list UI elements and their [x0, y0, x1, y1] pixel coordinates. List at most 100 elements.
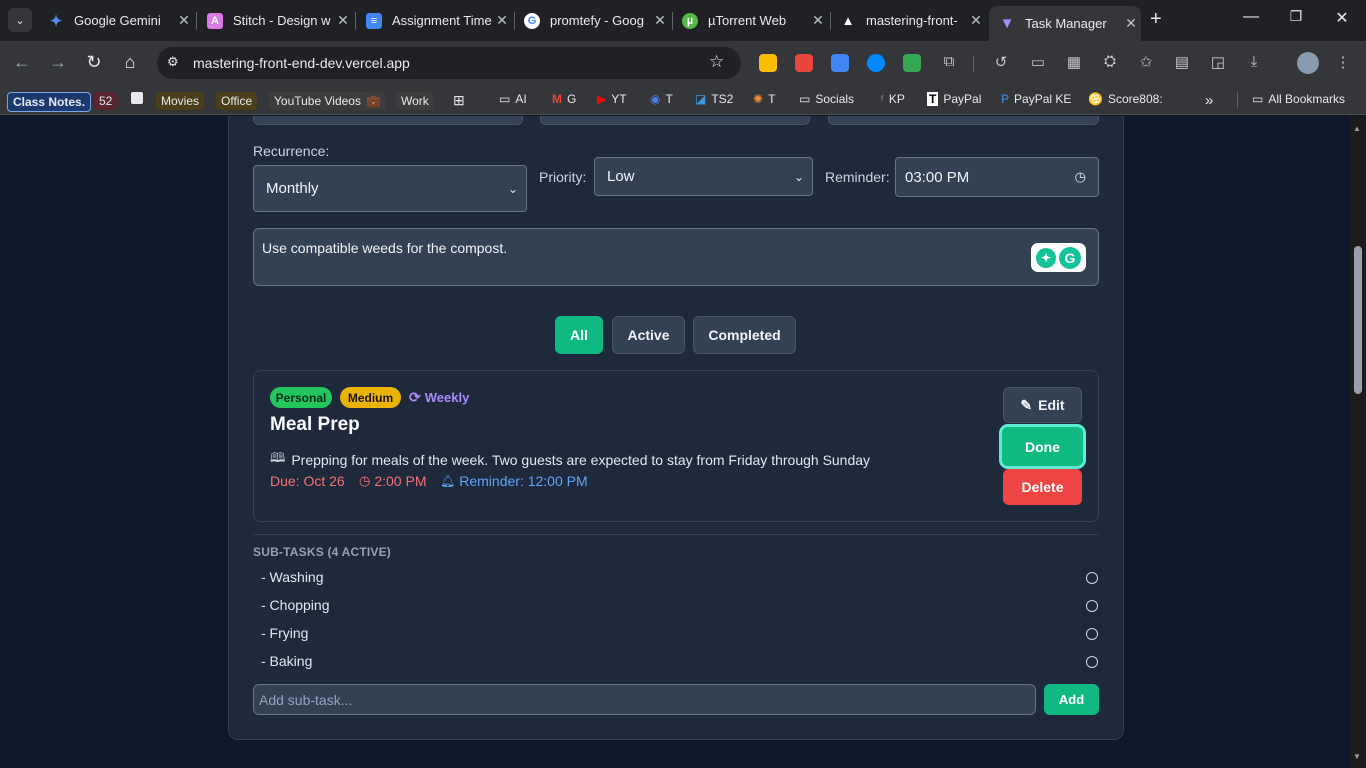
new-tab-button[interactable]: +	[1150, 9, 1162, 29]
subtask-item: - Frying	[261, 625, 1099, 645]
done-button[interactable]: Done	[1002, 427, 1083, 466]
bookmark-star-icon[interactable]: ☆	[709, 52, 724, 72]
bookmark-52[interactable]: 52	[94, 92, 118, 110]
grammarly-widget[interactable]: ✦ G	[1031, 243, 1086, 272]
notes-textarea[interactable]: Use compatible weeds for the compost.	[253, 228, 1099, 286]
site-info-icon[interactable]: ⚙	[167, 54, 179, 70]
tab-assignment[interactable]: ≡ Assignment Time ✕	[356, 6, 512, 35]
tab-search-button[interactable]: ⌄	[8, 8, 32, 32]
bookmark-ts2[interactable]: ◪ TS2	[695, 92, 733, 106]
bookmark-all-bookmarks[interactable]: ▭ All Bookmarks	[1252, 92, 1345, 106]
bookmark-paypal-t[interactable]: T PayPal	[927, 92, 981, 106]
filter-completed-button[interactable]: Completed	[693, 316, 796, 354]
add-subtask-button[interactable]: Add	[1044, 684, 1099, 715]
priority-select[interactable]: Low ⌄	[594, 157, 813, 196]
bookmark-movies[interactable]: Movies	[156, 92, 205, 110]
bookmark-socials[interactable]: ▭ Socials	[799, 92, 854, 106]
forward-icon[interactable]: →	[47, 52, 69, 73]
close-icon[interactable]: ✕	[808, 12, 828, 29]
calculator-icon[interactable]: ▦	[1064, 53, 1084, 71]
edit-button[interactable]: ✎ Edit	[1003, 387, 1082, 423]
bookmark-yt[interactable]: ▶ YT	[597, 92, 627, 106]
google-docs-icon: ≡	[366, 12, 382, 29]
close-icon[interactable]: ✕	[650, 12, 670, 29]
reminder-time-input[interactable]: 03:00 PM ◷	[895, 157, 1099, 197]
field-partial-1[interactable]	[253, 116, 523, 125]
apps-grid-icon[interactable]: ⊞	[453, 92, 465, 109]
clock-icon[interactable]: ◷	[1075, 169, 1086, 185]
tab-task-manager[interactable]: ▼ Task Manager ✕	[989, 6, 1141, 41]
filter-all-button[interactable]: All	[555, 316, 603, 354]
tab-stitch[interactable]: A Stitch - Design w ✕	[197, 6, 353, 35]
close-icon[interactable]: ✕	[333, 12, 353, 29]
bookmark-blank[interactable]	[131, 92, 143, 104]
address-bar[interactable]: ⚙ mastering-front-end-dev.vercel.app ☆	[157, 47, 741, 79]
bookmark-office[interactable]: Office	[216, 92, 258, 110]
bookmark-youtube-videos[interactable]: YouTube Videos 💼	[269, 92, 386, 110]
subtask-checkbox[interactable]	[1086, 628, 1098, 640]
download-icon[interactable]: ⤓	[1244, 53, 1264, 70]
bookmark-g[interactable]: MG	[552, 92, 576, 106]
bookmark-work[interactable]: Work	[396, 92, 434, 110]
close-icon[interactable]: ✕	[966, 12, 986, 29]
filter-active-button[interactable]: Active	[612, 316, 685, 354]
minimize-icon[interactable]: —	[1236, 8, 1266, 26]
restore-icon[interactable]: ❐	[1281, 8, 1311, 25]
lightbulb-icon[interactable]: ✦	[1036, 247, 1056, 268]
bookmark-class-notes[interactable]: Class Notes.	[7, 92, 92, 112]
reload-icon[interactable]: ↻	[83, 52, 105, 73]
tab-google-gemini[interactable]: ✦ Google Gemini ✕	[38, 6, 194, 35]
grid-extension-icon[interactable]	[903, 54, 921, 72]
history-icon[interactable]: ↺	[991, 53, 1011, 71]
subtask-checkbox[interactable]	[1086, 572, 1098, 584]
tab-utorrent[interactable]: µ µTorrent Web ✕	[672, 6, 828, 35]
t-logo-icon: T	[927, 92, 939, 106]
gemini-icon: ✦	[49, 12, 63, 30]
bookmark-ai[interactable]: ▭ AI	[499, 92, 527, 106]
close-icon[interactable]: ✕	[174, 12, 194, 29]
menu-kebab-icon[interactable]: ⋮	[1333, 53, 1353, 71]
category-badge: Personal	[270, 387, 332, 408]
bookmark-kp[interactable]: ʳ KP	[881, 92, 905, 106]
reading-list-icon[interactable]: ▤	[1172, 53, 1192, 71]
extension-red-icon[interactable]	[795, 54, 813, 72]
cast-icon[interactable]: ◲	[1208, 53, 1228, 71]
recurrence-select[interactable]: Monthly ⌄	[253, 165, 527, 212]
recurrence-tag: ⟳ Weekly	[409, 389, 470, 405]
score-icon: ♋	[1088, 92, 1103, 106]
folder-icon: ▭	[1252, 92, 1264, 106]
favorites-icon[interactable]: ✩	[1136, 53, 1156, 71]
url-text: mastering-front-end-dev.vercel.app	[193, 55, 410, 71]
field-partial-2[interactable]	[540, 116, 810, 125]
incognito-icon[interactable]: ⛭	[1100, 53, 1120, 70]
more-bookmarks-icon[interactable]: »	[1205, 92, 1213, 109]
bookmark-t2[interactable]: ✺ T	[753, 92, 775, 106]
home-icon[interactable]: ⌂	[119, 52, 141, 73]
task-title: Meal Prep	[270, 414, 360, 435]
add-subtask-input[interactable]	[253, 684, 1036, 715]
bookmark-paypal-ke[interactable]: P PayPal KE	[1001, 92, 1071, 106]
devices-icon[interactable]: ▭	[1028, 53, 1048, 71]
translate-extension-icon[interactable]	[831, 54, 849, 72]
scrollbar-track[interactable]	[1350, 116, 1366, 768]
subtask-checkbox[interactable]	[1086, 600, 1098, 612]
delete-button[interactable]: Delete	[1003, 469, 1082, 505]
grammarly-icon[interactable]: G	[1059, 246, 1081, 269]
profile-avatar[interactable]	[1297, 52, 1319, 74]
tab-mastering-front[interactable]: ▲ mastering-front- ✕	[830, 6, 986, 35]
close-window-icon[interactable]: ✕	[1327, 8, 1357, 28]
subtask-checkbox[interactable]	[1086, 656, 1098, 668]
scroll-up-icon[interactable]: ▲	[1353, 124, 1361, 133]
scroll-down-icon[interactable]: ▼	[1353, 752, 1361, 761]
shazam-extension-icon[interactable]	[867, 54, 885, 72]
extensions-puzzle-icon[interactable]: ⧉	[939, 53, 959, 70]
close-icon[interactable]: ✕	[492, 12, 512, 29]
close-icon[interactable]: ✕	[1121, 15, 1141, 32]
bookmark-score808[interactable]: ♋ Score808:	[1088, 92, 1163, 106]
bookmark-t[interactable]: ◉ T	[650, 92, 673, 106]
keep-extension-icon[interactable]	[759, 54, 777, 72]
tab-promtefy[interactable]: G promtefy - Goog ✕	[514, 6, 670, 35]
scrollbar-thumb[interactable]	[1354, 246, 1362, 394]
back-icon[interactable]: ←	[11, 52, 33, 73]
field-partial-3[interactable]	[828, 116, 1099, 125]
